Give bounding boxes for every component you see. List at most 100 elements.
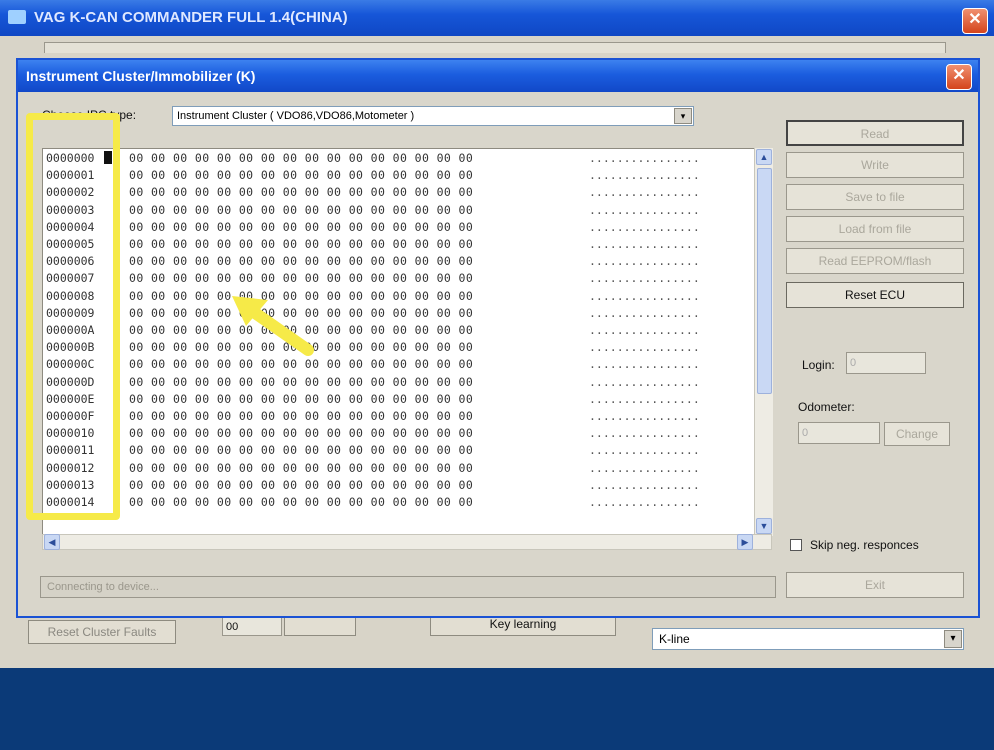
- hex-row[interactable]: 0000014 00 00 00 00 00 00 00 00 00 00 00 …: [43, 494, 763, 511]
- hex-row[interactable]: 0000002 00 00 00 00 00 00 00 00 00 00 00 …: [43, 184, 763, 201]
- hex-ascii[interactable]: ................: [589, 150, 700, 167]
- hex-row[interactable]: 0000010 00 00 00 00 00 00 00 00 00 00 00 …: [43, 425, 763, 442]
- chevron-down-icon[interactable]: ▾: [674, 108, 692, 124]
- main-small-field[interactable]: 00: [222, 616, 282, 636]
- connection-select-value: K-line: [659, 632, 690, 646]
- hex-row[interactable]: 000000B 00 00 00 00 00 00 00 00 00 00 00 …: [43, 339, 763, 356]
- hex-row[interactable]: 0000003 00 00 00 00 00 00 00 00 00 00 00 …: [43, 202, 763, 219]
- hex-ascii[interactable]: ................: [589, 202, 700, 219]
- hex-ascii[interactable]: ................: [589, 442, 700, 459]
- scrollbar-thumb[interactable]: [757, 168, 772, 394]
- main-close-button[interactable]: ✕: [962, 8, 988, 34]
- hex-row[interactable]: 000000D 00 00 00 00 00 00 00 00 00 00 00 …: [43, 374, 763, 391]
- hex-row[interactable]: 000000E 00 00 00 00 00 00 00 00 00 00 00 …: [43, 391, 763, 408]
- hex-bytes[interactable]: 00 00 00 00 00 00 00 00 00 00 00 00 00 0…: [129, 494, 473, 511]
- hex-bytes[interactable]: 00 00 00 00 00 00 00 00 00 00 00 00 00 0…: [129, 270, 473, 287]
- hex-row[interactable]: 0000000 00 00 00 00 00 00 00 00 00 00 00 …: [43, 150, 763, 167]
- chevron-down-icon[interactable]: ▾: [944, 630, 962, 648]
- hex-ascii[interactable]: ................: [589, 494, 700, 511]
- ipc-type-value: Instrument Cluster ( VDO86,VDO86,Motomet…: [177, 110, 415, 122]
- hex-ascii[interactable]: ................: [589, 322, 700, 339]
- change-odometer-button[interactable]: Change: [884, 422, 950, 446]
- ipc-type-select[interactable]: Instrument Cluster ( VDO86,VDO86,Motomet…: [172, 106, 694, 126]
- hex-ascii[interactable]: ................: [589, 356, 700, 373]
- hex-row[interactable]: 0000007 00 00 00 00 00 00 00 00 00 00 00 …: [43, 270, 763, 287]
- hex-bytes[interactable]: 00 00 00 00 00 00 00 00 00 00 00 00 00 0…: [129, 374, 473, 391]
- hex-bytes[interactable]: 00 00 00 00 00 00 00 00 00 00 00 00 00 0…: [129, 460, 473, 477]
- hex-bytes[interactable]: 00 00 00 00 00 00 00 00 00 00 00 00 00 0…: [129, 442, 473, 459]
- hex-ascii[interactable]: ................: [589, 305, 700, 322]
- write-button[interactable]: Write: [786, 152, 964, 178]
- instrument-cluster-dialog: Instrument Cluster/Immobilizer (K) ✕ Cho…: [16, 58, 980, 618]
- dialog-title: Instrument Cluster/Immobilizer (K): [26, 68, 256, 84]
- hex-row[interactable]: 0000004 00 00 00 00 00 00 00 00 00 00 00 …: [43, 219, 763, 236]
- hex-ascii[interactable]: ................: [589, 477, 700, 494]
- hex-row[interactable]: 0000006 00 00 00 00 00 00 00 00 00 00 00 …: [43, 253, 763, 270]
- hex-ascii[interactable]: ................: [589, 339, 700, 356]
- login-input[interactable]: 0: [846, 352, 926, 374]
- hex-bytes[interactable]: 00 00 00 00 00 00 00 00 00 00 00 00 00 0…: [129, 391, 473, 408]
- scroll-down-icon[interactable]: ▼: [756, 518, 772, 534]
- hex-bytes[interactable]: 00 00 00 00 00 00 00 00 00 00 00 00 00 0…: [129, 202, 473, 219]
- login-label: Login:: [802, 358, 835, 372]
- connection-select[interactable]: K-line ▾: [652, 628, 964, 650]
- hex-row[interactable]: 0000001 00 00 00 00 00 00 00 00 00 00 00 …: [43, 167, 763, 184]
- odometer-input[interactable]: 0: [798, 422, 880, 444]
- scroll-right-icon[interactable]: ▶: [737, 534, 753, 550]
- hex-ascii[interactable]: ................: [589, 288, 700, 305]
- skip-neg-checkbox[interactable]: [790, 539, 802, 551]
- horizontal-scrollbar[interactable]: ◀ ▶: [42, 534, 772, 550]
- app-icon: [8, 10, 26, 24]
- hex-ascii[interactable]: ................: [589, 425, 700, 442]
- exit-button[interactable]: Exit: [786, 572, 964, 598]
- read-eeprom-flash-button[interactable]: Read EEPROM/flash: [786, 248, 964, 274]
- hex-row[interactable]: 0000005 00 00 00 00 00 00 00 00 00 00 00 …: [43, 236, 763, 253]
- hex-bytes[interactable]: 00 00 00 00 00 00 00 00 00 00 00 00 00 0…: [129, 253, 473, 270]
- hex-bytes[interactable]: 00 00 00 00 00 00 00 00 00 00 00 00 00 0…: [129, 184, 473, 201]
- hex-bytes[interactable]: 00 00 00 00 00 00 00 00 00 00 00 00 00 0…: [129, 167, 473, 184]
- dialog-close-button[interactable]: ✕: [946, 64, 972, 90]
- status-bar: Connecting to device...: [40, 576, 776, 598]
- reset-cluster-faults-button[interactable]: Reset Cluster Faults: [28, 620, 176, 644]
- hex-row[interactable]: 000000A 00 00 00 00 00 00 00 00 00 00 00 …: [43, 322, 763, 339]
- hex-ascii[interactable]: ................: [589, 391, 700, 408]
- main-title-bar: VAG K-CAN COMMANDER FULL 1.4(CHINA): [0, 0, 994, 36]
- hex-ascii[interactable]: ................: [589, 460, 700, 477]
- hex-ascii[interactable]: ................: [589, 270, 700, 287]
- read-button[interactable]: Read: [786, 120, 964, 146]
- hex-ascii[interactable]: ................: [589, 374, 700, 391]
- dialog-title-bar: Instrument Cluster/Immobilizer (K): [18, 60, 978, 92]
- hex-ascii[interactable]: ................: [589, 219, 700, 236]
- hex-row[interactable]: 0000008 00 00 00 00 00 00 00 00 00 00 00 …: [43, 288, 763, 305]
- hex-ascii[interactable]: ................: [589, 236, 700, 253]
- hex-bytes[interactable]: 00 00 00 00 00 00 00 00 00 00 00 00 00 0…: [129, 150, 473, 167]
- odometer-label: Odometer:: [798, 400, 855, 414]
- skip-neg-label: Skip neg. responces: [810, 538, 919, 552]
- hex-row[interactable]: 000000F 00 00 00 00 00 00 00 00 00 00 00 …: [43, 408, 763, 425]
- arrow-pointer-icon: [232, 296, 314, 356]
- hex-bytes[interactable]: 00 00 00 00 00 00 00 00 00 00 00 00 00 0…: [129, 425, 473, 442]
- address-column-highlight: [26, 113, 120, 520]
- hex-ascii[interactable]: ................: [589, 184, 700, 201]
- save-to-file-button[interactable]: Save to file: [786, 184, 964, 210]
- hex-row[interactable]: 000000C 00 00 00 00 00 00 00 00 00 00 00 …: [43, 356, 763, 373]
- main-window-title: VAG K-CAN COMMANDER FULL 1.4(CHINA): [34, 9, 348, 26]
- hex-ascii[interactable]: ................: [589, 253, 700, 270]
- reset-ecu-button[interactable]: Reset ECU: [786, 282, 964, 308]
- hex-row[interactable]: 0000012 00 00 00 00 00 00 00 00 00 00 00 …: [43, 460, 763, 477]
- hex-bytes[interactable]: 00 00 00 00 00 00 00 00 00 00 00 00 00 0…: [129, 477, 473, 494]
- hex-ascii[interactable]: ................: [589, 167, 700, 184]
- vertical-scrollbar[interactable]: ▲ ▼: [754, 148, 773, 536]
- hex-bytes[interactable]: 00 00 00 00 00 00 00 00 00 00 00 00 00 0…: [129, 408, 473, 425]
- hex-ascii[interactable]: ................: [589, 408, 700, 425]
- scroll-up-icon[interactable]: ▲: [756, 149, 772, 165]
- load-from-file-button[interactable]: Load from file: [786, 216, 964, 242]
- hex-bytes[interactable]: 00 00 00 00 00 00 00 00 00 00 00 00 00 0…: [129, 219, 473, 236]
- hex-bytes[interactable]: 00 00 00 00 00 00 00 00 00 00 00 00 00 0…: [129, 236, 473, 253]
- hex-row[interactable]: 0000013 00 00 00 00 00 00 00 00 00 00 00 …: [43, 477, 763, 494]
- hex-row[interactable]: 0000009 00 00 00 00 00 00 00 00 00 00 00 …: [43, 305, 763, 322]
- main-topbar: [44, 42, 946, 53]
- hex-editor[interactable]: 0000000 00 00 00 00 00 00 00 00 00 00 00 …: [42, 148, 772, 536]
- hex-row[interactable]: 0000011 00 00 00 00 00 00 00 00 00 00 00 …: [43, 442, 763, 459]
- scroll-left-icon[interactable]: ◀: [44, 534, 60, 550]
